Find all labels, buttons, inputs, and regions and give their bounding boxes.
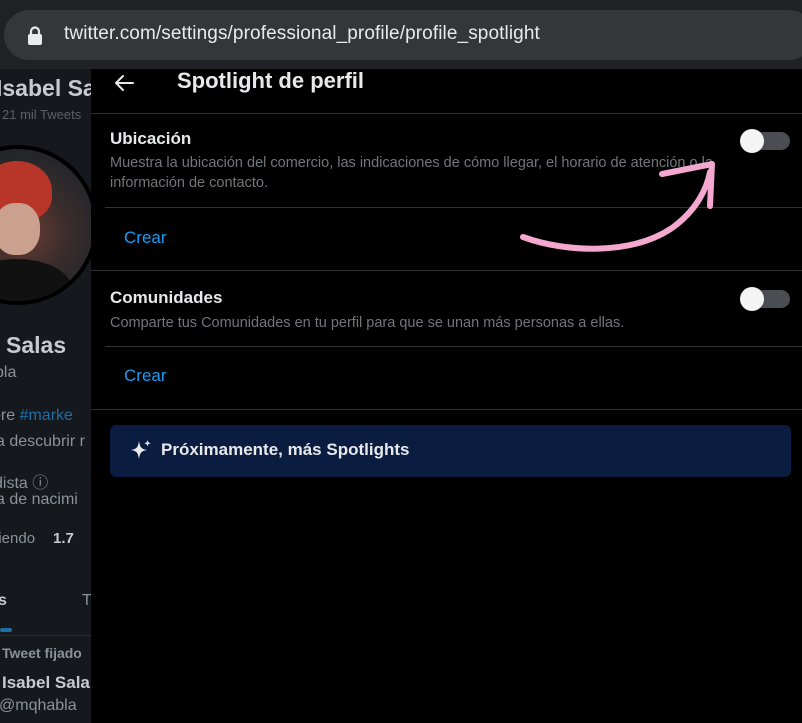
divider bbox=[0, 635, 91, 636]
spotlight-modal: Spotlight de perfil Ubicación Muestra la… bbox=[91, 68, 802, 723]
address-bar[interactable]: twitter.com/settings/professional_profil… bbox=[4, 10, 802, 60]
lock-icon[interactable] bbox=[26, 26, 44, 46]
tweet-count: 21 mil Tweets bbox=[2, 107, 82, 122]
profile-tab: T bbox=[82, 592, 91, 609]
profile-bio-line: a descubrir r bbox=[0, 433, 85, 450]
section-title-comunidades: Comunidades bbox=[110, 288, 223, 307]
hashtag-link: #marke bbox=[19, 407, 73, 424]
profile-full-name: Salas bbox=[6, 332, 67, 358]
banner-text: Próximamente, más Spotlights bbox=[161, 440, 410, 459]
coming-soon-banner: Próximamente, más Spotlights bbox=[110, 425, 791, 477]
background-profile-page: Isabel Sa 21 mil Tweets Salas bla bre #m… bbox=[0, 69, 91, 723]
divider bbox=[91, 409, 802, 410]
comunidades-toggle[interactable] bbox=[740, 287, 790, 311]
back-arrow-icon[interactable] bbox=[113, 72, 135, 94]
divider bbox=[91, 113, 802, 114]
divider bbox=[105, 346, 802, 347]
profile-meta-line: dista ⓘ bbox=[0, 475, 49, 492]
crear-comunidades-link[interactable]: Crear bbox=[124, 366, 167, 386]
modal-header: Spotlight de perfil bbox=[91, 68, 802, 113]
profile-bio-line: bre #marke bbox=[0, 407, 73, 424]
pinned-tweet-handle: @mqhabla bbox=[0, 697, 77, 714]
divider bbox=[91, 270, 802, 271]
toggle-knob bbox=[740, 287, 764, 311]
avatar bbox=[0, 145, 91, 305]
profile-tab: s bbox=[0, 592, 7, 609]
pinned-tweet-author: Isabel Sala bbox=[2, 673, 90, 692]
profile-handle: bla bbox=[0, 364, 17, 381]
pinned-tweet-label: Tweet fijado bbox=[2, 645, 82, 661]
active-tab-indicator bbox=[0, 628, 12, 632]
profile-name-header: Isabel Sa bbox=[0, 75, 91, 101]
crear-ubicacion-link[interactable]: Crear bbox=[124, 228, 167, 248]
ubicacion-toggle[interactable] bbox=[740, 129, 790, 153]
browser-toolbar: twitter.com/settings/professional_profil… bbox=[0, 0, 802, 69]
toggle-knob bbox=[740, 129, 764, 153]
profile-meta-line: a de nacimi bbox=[0, 491, 78, 508]
url-text[interactable]: twitter.com/settings/professional_profil… bbox=[64, 23, 540, 45]
section-description: Comparte tus Comunidades en tu perfil pa… bbox=[110, 315, 625, 331]
page-title: Spotlight de perfil bbox=[177, 68, 364, 93]
section-title-ubicacion: Ubicación bbox=[110, 129, 192, 148]
following-count: uiendo1.7 bbox=[0, 530, 74, 547]
divider bbox=[105, 207, 802, 208]
section-description: Muestra la ubicación del comercio, las i… bbox=[110, 155, 713, 191]
sparkle-icon bbox=[131, 440, 151, 459]
